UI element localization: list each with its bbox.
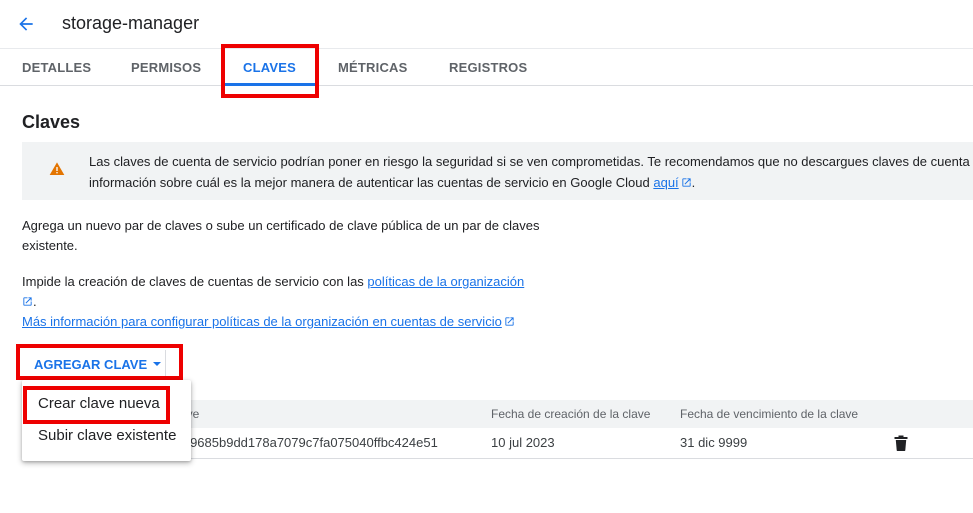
- column-header-created: Fecha de creación de la clave: [491, 407, 651, 421]
- warning-banner: Las claves de cuenta de servicio podrían…: [22, 142, 973, 200]
- tab-claves[interactable]: CLAVES: [243, 49, 296, 86]
- policy-text: Impide la creación de claves de cuentas …: [22, 272, 542, 332]
- org-policies-link[interactable]: políticas de la organización: [367, 274, 524, 289]
- warning-line-2-suffix: .: [691, 175, 696, 190]
- top-bar: storage-manager: [0, 0, 973, 48]
- warning-line-2: información sobre cuál es la mejor maner…: [89, 172, 973, 193]
- add-key-label: AGREGAR CLAVE: [34, 356, 148, 372]
- menu-item-create-key[interactable]: Crear clave nueva: [22, 388, 191, 420]
- button-divider: [165, 350, 166, 378]
- warning-line-1: Las claves de cuenta de servicio podrían…: [89, 154, 973, 169]
- add-key-menu: Crear clave nueva Subir clave existente: [22, 380, 191, 461]
- warning-text: Las claves de cuenta de servicio podrían…: [89, 151, 973, 193]
- warning-icon: [49, 162, 65, 175]
- back-button[interactable]: [14, 12, 38, 36]
- warning-line-2-text: información sobre cuál es la mejor maner…: [89, 175, 654, 190]
- aqui-link[interactable]: aquí: [653, 175, 678, 190]
- external-link-icon: [505, 317, 514, 326]
- expires-date-cell: 31 dic 9999: [680, 435, 748, 450]
- more-info-link[interactable]: Más información para configurar política…: [22, 314, 502, 329]
- tab-registros[interactable]: REGISTROS: [449, 49, 527, 86]
- section-title: Claves: [22, 112, 81, 132]
- policy-suffix: .: [33, 294, 37, 309]
- external-link-icon: [682, 178, 691, 187]
- arrow-back-icon: [19, 17, 33, 31]
- external-link-icon: [23, 297, 32, 306]
- active-tab-indicator: [222, 83, 316, 86]
- key-id-cell: 47f9685b9dd178a7079c7fa075040ffbc424e51: [172, 435, 438, 450]
- trash-icon[interactable]: [894, 435, 908, 451]
- tab-metricas[interactable]: MÉTRICAS: [338, 49, 408, 86]
- dropdown-caret-icon: [153, 362, 162, 366]
- page-title: storage-manager: [62, 13, 200, 33]
- add-key-button[interactable]: AGREGAR CLAVE: [24, 350, 166, 378]
- intro-text: Agrega un nuevo par de claves o sube un …: [22, 218, 540, 253]
- tab-permisos[interactable]: PERMISOS: [131, 49, 201, 86]
- created-date-cell: 10 jul 2023: [491, 435, 555, 450]
- tab-detalles[interactable]: DETALLES: [22, 49, 91, 86]
- column-header-expires: Fecha de vencimiento de la clave: [680, 407, 859, 421]
- menu-item-upload-key[interactable]: Subir clave existente: [22, 420, 191, 452]
- policy-prefix: Impide la creación de claves de cuentas …: [22, 274, 368, 289]
- tab-bar: DETALLES PERMISOS CLAVES MÉTRICAS REGIST…: [0, 48, 973, 86]
